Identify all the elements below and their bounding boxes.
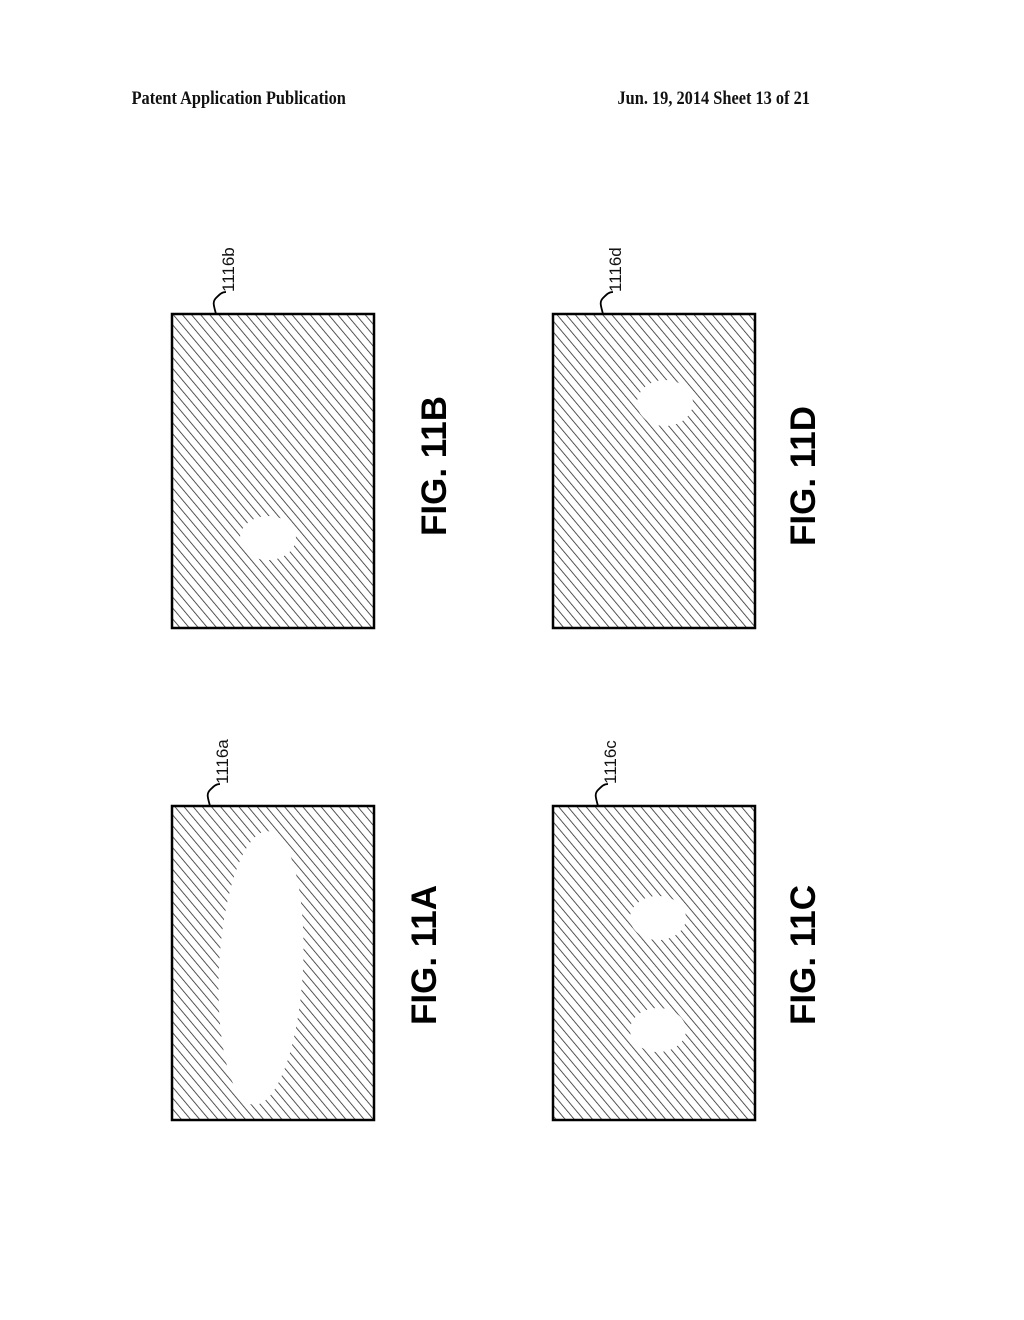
reference-numeral: 1116d — [606, 247, 625, 292]
figure-caption: FIG. 11C — [784, 885, 823, 1025]
opening — [630, 1008, 686, 1052]
leader-line — [206, 783, 221, 807]
figure-caption: FIG. 11A — [405, 885, 444, 1025]
opening — [630, 896, 686, 940]
leader-line — [212, 291, 227, 315]
hatched-region — [170, 312, 376, 630]
leader-line — [599, 291, 614, 315]
figure-11d: 1116d FIG. 11D — [551, 247, 823, 630]
opening — [240, 516, 296, 560]
reference-numeral: 1116a — [213, 739, 232, 784]
figure-caption: FIG. 11D — [784, 406, 823, 546]
figure-11a: 1116a FIG. 11A — [170, 739, 444, 1122]
figure-caption: FIG. 11B — [415, 396, 454, 536]
hatched-region — [551, 312, 757, 630]
reference-numeral: 1116b — [219, 247, 238, 292]
reference-numeral: 1116c — [601, 740, 620, 784]
figure-11b: 1116b FIG. 11B — [170, 247, 454, 630]
figure-sheet: 1116b FIG. 11B 1116d FIG. 11D 1116a FIG.… — [170, 247, 823, 1122]
leader-line — [594, 783, 609, 807]
hatched-region — [551, 804, 757, 1122]
figure-11c: 1116c FIG. 11C — [551, 740, 823, 1122]
opening — [637, 380, 693, 426]
